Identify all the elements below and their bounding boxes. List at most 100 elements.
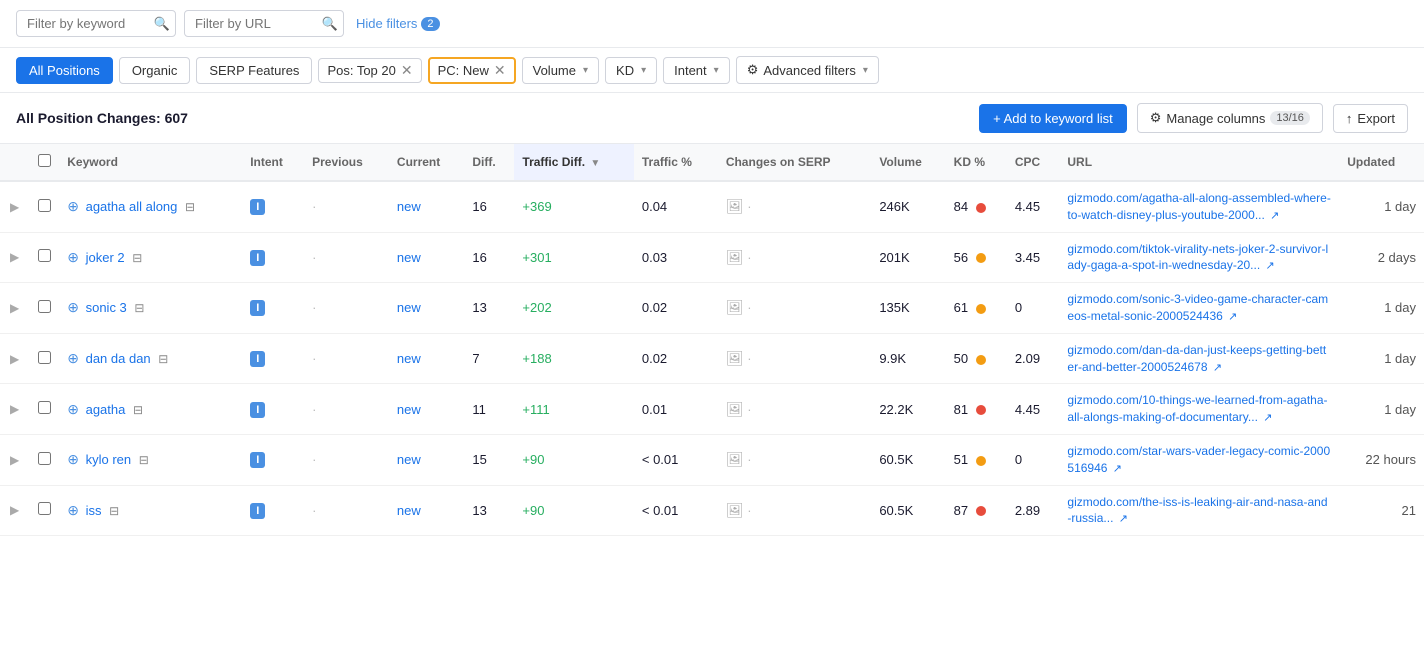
table-header-bar: All Position Changes: 607 + Add to keywo… <box>0 93 1424 144</box>
url-link[interactable]: gizmodo.com/sonic-3-video-game-character… <box>1067 292 1328 323</box>
manage-columns-button[interactable]: ⚙ Manage columns 13/16 <box>1137 103 1323 133</box>
row-diff-cell: 13 <box>464 283 514 334</box>
keyword-link[interactable]: agatha <box>86 402 126 417</box>
export-button[interactable]: ↑ Export <box>1333 104 1408 133</box>
row-checkbox[interactable] <box>38 249 51 262</box>
add-keyword-icon: ⊕ <box>67 249 79 266</box>
url-search-icon[interactable]: 🔍 <box>322 16 338 32</box>
previous-value: · <box>312 199 316 214</box>
row-previous-cell: · <box>304 181 389 232</box>
url-link[interactable]: gizmodo.com/dan-da-dan-just-keeps-gettin… <box>1067 343 1326 374</box>
keyword-link[interactable]: joker 2 <box>86 250 125 265</box>
url-link[interactable]: gizmodo.com/the-iss-is-leaking-air-and-n… <box>1067 495 1327 526</box>
row-checkbox[interactable] <box>38 452 51 465</box>
row-expand-btn[interactable]: ▶ <box>8 198 21 216</box>
tab-all-positions[interactable]: All Positions <box>16 57 113 84</box>
volume-value: 9.9K <box>879 351 906 366</box>
tab-organic[interactable]: Organic <box>119 57 191 84</box>
advanced-filters-label: Advanced filters <box>763 63 856 78</box>
keyword-link[interactable]: iss <box>86 503 102 518</box>
row-intent-cell: I <box>242 485 304 536</box>
folder-icon: ⊟ <box>139 453 149 467</box>
url-filter-input[interactable] <box>184 10 344 37</box>
keyword-search-icon[interactable]: 🔍 <box>154 16 170 32</box>
row-intent-cell: I <box>242 434 304 485</box>
hide-filters-button[interactable]: Hide filters 2 <box>356 16 440 31</box>
keyword-link[interactable]: dan da dan <box>86 351 151 366</box>
col-traffic-diff[interactable]: Traffic Diff. ▼ <box>514 144 633 181</box>
keyword-link[interactable]: sonic 3 <box>86 300 127 315</box>
kd-dropdown[interactable]: KD ▾ <box>605 57 657 84</box>
keyword-link[interactable]: agatha all along <box>86 199 178 214</box>
serp-dot: · <box>747 503 751 518</box>
row-diff-cell: 16 <box>464 232 514 283</box>
row-expand-btn[interactable]: ▶ <box>8 350 21 368</box>
row-checkbox[interactable] <box>38 300 51 313</box>
advanced-filters-button[interactable]: ⚙ Advanced filters ▾ <box>736 56 879 84</box>
kw-icons: ⊕ <box>67 401 79 418</box>
url-link[interactable]: gizmodo.com/tiktok-virality-nets-joker-2… <box>1067 242 1328 273</box>
row-expand-btn[interactable]: ▶ <box>8 501 21 519</box>
traffic-diff-value: +301 <box>522 250 551 265</box>
add-to-keyword-list-button[interactable]: + Add to keyword list <box>979 104 1127 133</box>
expand-cell: ▶ <box>0 333 29 384</box>
traffic-pct-value: 0.02 <box>642 300 667 315</box>
url-link[interactable]: gizmodo.com/star-wars-vader-legacy-comic… <box>1067 444 1330 475</box>
row-checkbox[interactable] <box>38 502 51 515</box>
row-checkbox[interactable] <box>38 351 51 364</box>
filter-tag-pos-top20-close[interactable]: ✕ <box>401 63 413 77</box>
row-diff-cell: 11 <box>464 384 514 435</box>
row-intent-cell: I <box>242 232 304 283</box>
row-traffic-diff-cell: +111 <box>514 384 633 435</box>
serp-image-icon: 🖼 <box>726 198 744 214</box>
cpc-value: 2.09 <box>1015 351 1040 366</box>
kd-dot <box>976 456 986 466</box>
url-link[interactable]: gizmodo.com/agatha-all-along-assembled-w… <box>1067 191 1330 222</box>
select-all-checkbox[interactable] <box>38 154 51 167</box>
row-changes-serp-cell: 🖼 · <box>718 485 872 536</box>
filter-tag-pc-new-close[interactable]: ✕ <box>494 63 506 77</box>
diff-value: 16 <box>472 199 486 214</box>
diff-value: 13 <box>472 503 486 518</box>
keyword-link[interactable]: kylo ren <box>86 452 132 467</box>
row-checkbox[interactable] <box>38 199 51 212</box>
row-url-cell: gizmodo.com/dan-da-dan-just-keeps-gettin… <box>1059 333 1339 384</box>
col-checkbox <box>29 144 59 181</box>
volume-dropdown[interactable]: Volume ▾ <box>522 57 599 84</box>
folder-icon: ⊟ <box>134 301 144 315</box>
tab-serp-features[interactable]: SERP Features <box>196 57 312 84</box>
table-title-text: All Position Changes: <box>16 110 161 126</box>
row-intent-cell: I <box>242 333 304 384</box>
expand-cell: ▶ <box>0 283 29 334</box>
row-keyword-cell: ⊕ agatha ⊟ <box>59 384 242 435</box>
row-volume-cell: 135K <box>871 283 945 334</box>
intent-badge: I <box>250 452 265 468</box>
row-expand-btn[interactable]: ▶ <box>8 248 21 266</box>
url-link[interactable]: gizmodo.com/10-things-we-learned-from-ag… <box>1067 393 1327 424</box>
kw-icons: ⊕ <box>67 350 79 367</box>
row-checkbox[interactable] <box>38 401 51 414</box>
row-kd-cell: 51 <box>946 434 1007 485</box>
folder-icon: ⊟ <box>132 251 142 265</box>
intent-dropdown[interactable]: Intent ▾ <box>663 57 730 84</box>
volume-chevron: ▾ <box>583 65 588 76</box>
row-traffic-pct-cell: < 0.01 <box>634 485 718 536</box>
keyword-filter-input[interactable] <box>16 10 176 37</box>
top-bar: 🔍 🔍 Hide filters 2 <box>0 0 1424 48</box>
previous-value: · <box>312 351 316 366</box>
table-row: ▶ ⊕ dan da dan ⊟ I · new 7 +188 0.02 <box>0 333 1424 384</box>
serp-dot: · <box>747 300 751 315</box>
kd-chevron: ▾ <box>641 65 646 76</box>
add-keyword-icon: ⊕ <box>67 451 79 468</box>
row-previous-cell: · <box>304 434 389 485</box>
external-link-icon: ↗ <box>1266 260 1275 272</box>
col-intent: Intent <box>242 144 304 181</box>
traffic-pct-value: < 0.01 <box>642 503 679 518</box>
table-row: ▶ ⊕ joker 2 ⊟ I · new 16 +301 0.03 <box>0 232 1424 283</box>
col-keyword: Keyword <box>59 144 242 181</box>
row-expand-btn[interactable]: ▶ <box>8 451 21 469</box>
filter-tag-pos-top20: Pos: Top 20 ✕ <box>318 58 421 83</box>
row-expand-btn[interactable]: ▶ <box>8 400 21 418</box>
cpc-value: 0 <box>1015 452 1022 467</box>
row-expand-btn[interactable]: ▶ <box>8 299 21 317</box>
